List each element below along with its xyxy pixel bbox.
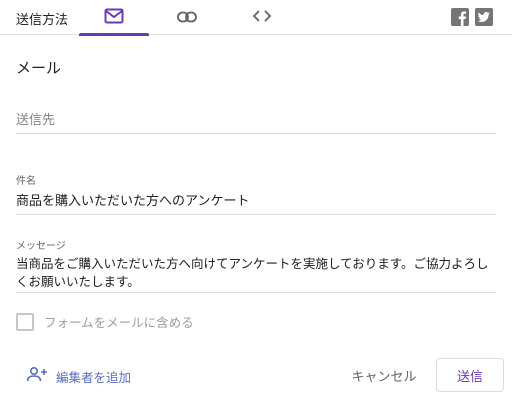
add-editor-button[interactable]: 編集者を追加 [26,366,131,386]
message-label: メッセージ [16,241,66,252]
tab-link[interactable] [152,0,222,35]
link-icon [177,8,197,27]
cancel-button[interactable]: キャンセル [343,358,425,392]
active-tab-indicator [79,33,149,36]
subject-field[interactable]: 商品を購入いただいた方へのアンケート [16,189,496,215]
facebook-icon [451,11,469,30]
facebook-share-button[interactable] [451,8,469,26]
include-form-label: フォームをメールに含める [44,315,194,330]
subject-value[interactable]: 商品を購入いただいた方へのアンケート [16,189,496,215]
send-button[interactable]: 送信 [436,358,504,392]
tab-email[interactable] [79,0,149,36]
tab-embed[interactable] [227,0,297,35]
twitter-icon [475,11,493,30]
subject-label: 件名 [16,176,36,187]
message-field[interactable]: 当商品をご購入いただいた方へ向けてアンケートを実施しております。ご協力よろしくお… [16,255,496,293]
add-person-icon [26,366,48,386]
include-form-checkbox[interactable] [16,312,34,331]
recipient-field[interactable] [16,108,496,134]
recipient-input[interactable] [16,108,496,132]
section-title-email: メール [16,59,62,77]
message-value[interactable]: 当商品をご購入いただいた方へ向けてアンケートを実施しております。ご協力よろしくお… [16,255,496,291]
include-form-option[interactable]: フォームをメールに含める [16,312,194,331]
send-dialog-header: 送信方法 [0,0,512,36]
email-icon [104,8,124,28]
send-via-label: 送信方法 [16,13,69,28]
add-editor-label: 編集者を追加 [56,369,132,385]
embed-code-icon [252,8,272,27]
twitter-share-button[interactable] [475,8,493,26]
